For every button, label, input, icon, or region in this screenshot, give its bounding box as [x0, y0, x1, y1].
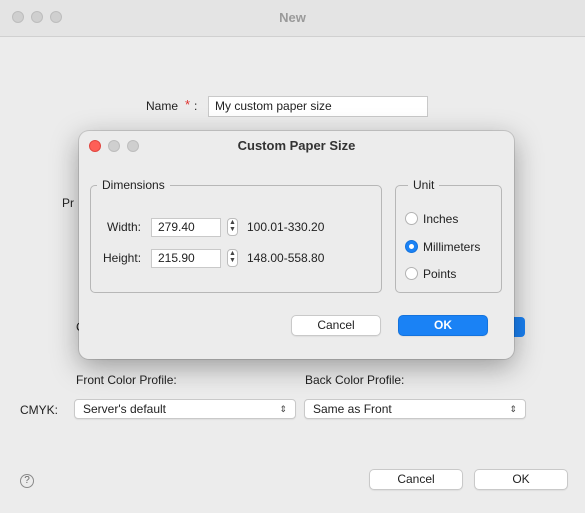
partial-label-pr: Pr [62, 196, 74, 210]
required-mark: * [185, 97, 191, 112]
back-color-label: Back Color Profile: [305, 373, 405, 387]
cmyk-label: CMYK: [20, 403, 59, 417]
unit-label-inches: Inches [423, 212, 459, 226]
custom-paper-size-dialog: Custom Paper Size Dimensions Width: 279.… [79, 131, 514, 359]
name-label: Name [146, 99, 179, 113]
name-field[interactable]: My custom paper size [208, 96, 428, 117]
width-stepper-icon[interactable]: ▲ ▼ [227, 218, 238, 236]
unit-radio-inches[interactable] [405, 212, 418, 225]
name-colon: : [194, 99, 198, 113]
height-label: Height: [103, 251, 142, 265]
dialog-ok-button[interactable]: OK [398, 315, 488, 336]
unit-label-millimeters: Millimeters [423, 240, 481, 254]
unit-radio-millimeters[interactable] [405, 240, 418, 253]
front-color-label: Front Color Profile: [76, 373, 177, 387]
dialog-title: Custom Paper Size [237, 138, 356, 153]
width-field[interactable]: 279.40 [151, 218, 221, 237]
help-icon[interactable]: ? [20, 474, 34, 488]
height-stepper-icon[interactable]: ▲ ▼ [227, 249, 238, 267]
unit-title: Unit [408, 178, 440, 192]
unit-label-points: Points [423, 267, 457, 281]
window-cancel-button[interactable]: Cancel [369, 469, 463, 490]
chevron-updown-icon: ⇕ [279, 404, 287, 414]
dimensions-group: Dimensions [90, 178, 382, 293]
width-label: Width: [107, 220, 142, 234]
dialog-cancel-button[interactable]: Cancel [291, 315, 381, 336]
chevron-updown-icon: ⇕ [509, 404, 517, 414]
titlebar: New [0, 0, 585, 37]
width-range: 100.01-330.20 [247, 220, 325, 234]
window-ok-button[interactable]: OK [474, 469, 568, 490]
dimensions-title: Dimensions [97, 178, 170, 192]
unit-radio-points[interactable] [405, 267, 418, 280]
window-title: New [279, 10, 306, 25]
front-color-value: Server's default [83, 402, 166, 416]
back-color-value: Same as Front [313, 402, 392, 416]
back-color-popup[interactable]: Same as Front ⇕ [304, 399, 526, 419]
height-range: 148.00-558.80 [247, 251, 325, 265]
front-color-popup[interactable]: Server's default ⇕ [74, 399, 296, 419]
height-field[interactable]: 215.90 [151, 249, 221, 268]
